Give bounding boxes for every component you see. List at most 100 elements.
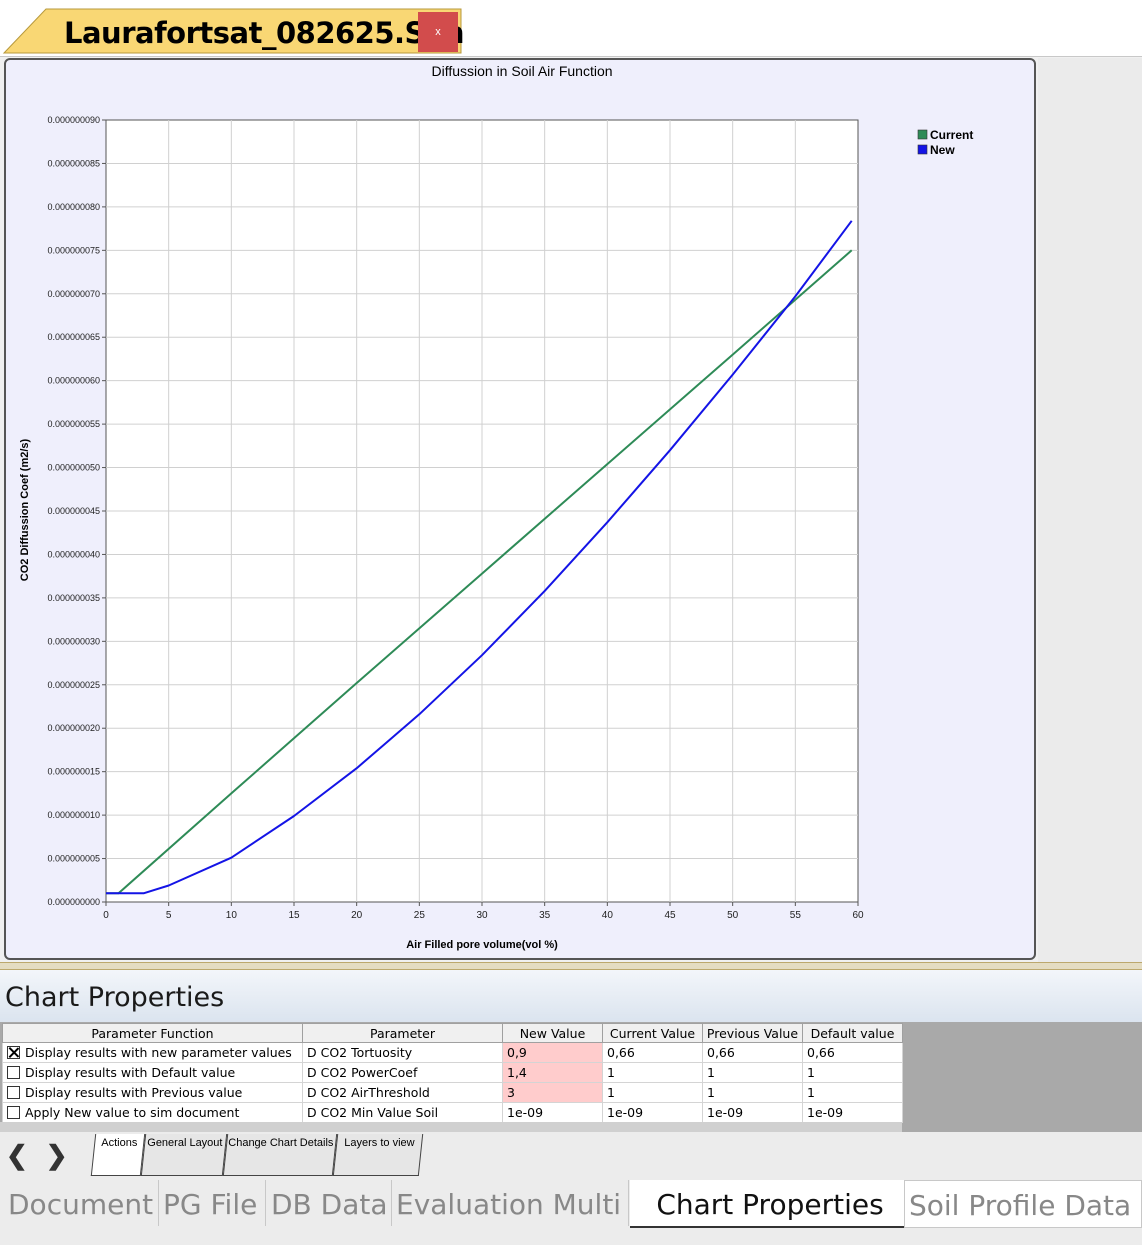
x-tick-label: 40 <box>602 910 614 921</box>
tab-db-data[interactable]: DB Data <box>267 1180 392 1226</box>
default-value-cell[interactable]: 1 <box>802 1082 903 1103</box>
default-value-cell[interactable]: 1e-09 <box>802 1102 903 1123</box>
default-value-cell[interactable]: 0,66 <box>802 1042 903 1063</box>
function-label: Display results with Previous value <box>25 1085 243 1100</box>
function-cell[interactable]: Display results with new parameter value… <box>2 1042 303 1063</box>
y-tick-label: 0.000000090 <box>47 115 100 125</box>
document-tab-title: Laurafortsat_082625.Sim <box>64 16 465 50</box>
parameter-cell[interactable]: D CO2 AirThreshold <box>302 1082 503 1103</box>
tab-document[interactable]: Document <box>4 1180 159 1226</box>
y-tick-label: 0.000000075 <box>47 245 100 255</box>
x-tick-label: 35 <box>539 910 551 921</box>
y-tick-label: 0.000000015 <box>47 767 100 777</box>
column-header[interactable]: New Value <box>502 1023 603 1043</box>
legend-swatch-new <box>917 144 928 155</box>
previous-value-cell[interactable]: 1 <box>702 1062 803 1083</box>
legend-label-current: Current <box>930 128 973 142</box>
current-value-cell[interactable]: 0,66 <box>602 1042 703 1063</box>
default-value-cell[interactable]: 1 <box>802 1062 903 1083</box>
checkbox[interactable] <box>7 1086 20 1099</box>
grid-scroll-strip[interactable] <box>0 1122 902 1132</box>
previous-value-cell[interactable]: 1e-09 <box>702 1102 803 1123</box>
properties-header: Chart Properties <box>0 970 1142 1022</box>
close-icon[interactable]: x <box>418 12 458 52</box>
column-header[interactable]: Parameter <box>302 1023 503 1043</box>
x-tick-label: 45 <box>664 910 676 921</box>
splitter[interactable] <box>0 962 1142 970</box>
sheet-tab-actions[interactable]: Actions <box>90 1134 146 1176</box>
chevron-left-icon[interactable]: ❮ <box>6 1140 28 1170</box>
parameter-cell[interactable]: D CO2 PowerCoef <box>302 1062 503 1083</box>
sheet-tab-change-chart-details[interactable]: Change Chart Details <box>222 1134 338 1176</box>
properties-title: Chart Properties <box>5 982 225 1013</box>
x-tick-label: 60 <box>852 910 864 921</box>
checkbox-checked[interactable] <box>7 1046 20 1059</box>
x-tick-label: 0 <box>103 910 109 921</box>
y-axis-label: CO2 Diffussion Coef (m2/s) <box>19 438 31 581</box>
chart-title: Diffussion in Soil Air Function <box>431 63 612 79</box>
tab-evaluation-multi[interactable]: Evaluation Multi <box>392 1180 629 1226</box>
y-tick-label: 0.000000005 <box>47 854 100 864</box>
sheet-tab-general-layout[interactable]: General Layout <box>140 1134 228 1176</box>
parameter-table: Parameter Function Parameter New Value C… <box>2 1023 903 1123</box>
sheet-nav: ❮ ❯ <box>6 1140 86 1171</box>
document-tab-bar: Laurafortsat_082625.Sim x <box>0 0 1142 57</box>
checkbox[interactable] <box>7 1066 20 1079</box>
previous-value-cell[interactable]: 1 <box>702 1082 803 1103</box>
y-tick-label: 0.000000030 <box>47 636 100 646</box>
y-tick-label: 0.000000020 <box>47 723 100 733</box>
y-tick-label: 0.000000080 <box>47 202 100 212</box>
chart-panel: 0 5 10 15 20 25 30 35 40 45 50 55 60 0.000000000 0.000… <box>4 58 1036 960</box>
x-axis-label: Air Filled pore volume(vol %) <box>406 939 558 951</box>
current-value-cell[interactable]: 1e-09 <box>602 1102 703 1123</box>
column-header[interactable]: Default value <box>802 1023 903 1043</box>
column-header[interactable]: Current Value <box>602 1023 703 1043</box>
parameter-cell[interactable]: D CO2 Tortuosity <box>302 1042 503 1063</box>
function-cell[interactable]: Apply New value to sim document <box>2 1102 303 1123</box>
x-tick-label: 55 <box>790 910 802 921</box>
y-tick-label: 0.000000065 <box>47 332 100 342</box>
table-row: Apply New value to sim document D CO2 Mi… <box>2 1102 903 1123</box>
x-tick-label: 25 <box>414 910 426 921</box>
bottom-tab-bar: Document PG File DB Data Evaluation Mult… <box>0 1180 1142 1245</box>
y-tick-label: 0.000000085 <box>47 158 100 168</box>
y-tick-label: 0.000000070 <box>47 289 100 299</box>
new-value-cell[interactable]: 0,9 <box>502 1042 603 1063</box>
column-header[interactable]: Parameter Function <box>2 1023 303 1043</box>
sheet-tab-label: Change Chart Details <box>228 1137 334 1149</box>
sheet-tab-layers-to-view[interactable]: Layers to view <box>332 1134 424 1176</box>
sheet-tab-label: Layers to view <box>344 1137 415 1149</box>
function-cell[interactable]: Display results with Previous value <box>2 1082 303 1103</box>
previous-value-cell[interactable]: 0,66 <box>702 1042 803 1063</box>
y-tick-label: 0.000000010 <box>47 810 100 820</box>
new-value-cell[interactable]: 1e-09 <box>502 1102 603 1123</box>
tab-soil-profile-data[interactable]: Soil Profile Data <box>904 1180 1142 1228</box>
y-tick-label: 0.000000040 <box>47 549 100 559</box>
x-tick-label: 15 <box>288 910 300 921</box>
new-value-cell[interactable]: 3 <box>502 1082 603 1103</box>
function-label: Apply New value to sim document <box>25 1105 240 1120</box>
checkbox[interactable] <box>7 1106 20 1119</box>
tab-pg-file[interactable]: PG File <box>159 1180 266 1226</box>
sheet-tab-label: General Layout <box>147 1137 223 1149</box>
table-row: Display results with Default value D CO2… <box>2 1062 903 1083</box>
y-tick-label: 0.000000050 <box>47 463 100 473</box>
new-value-cell[interactable]: 1,4 <box>502 1062 603 1083</box>
function-cell[interactable]: Display results with Default value <box>2 1062 303 1083</box>
right-empty-area <box>1038 58 1142 962</box>
current-value-cell[interactable]: 1 <box>602 1062 703 1083</box>
document-tab[interactable]: Laurafortsat_082625.Sim x <box>0 8 465 54</box>
x-tick-label: 50 <box>727 910 739 921</box>
y-tick-label: 0.000000000 <box>47 897 100 907</box>
x-tick-label: 20 <box>351 910 363 921</box>
parameter-cell[interactable]: D CO2 Min Value Soil <box>302 1102 503 1123</box>
x-tick-label: 10 <box>226 910 238 921</box>
chevron-right-icon[interactable]: ❯ <box>46 1140 68 1170</box>
current-value-cell[interactable]: 1 <box>602 1082 703 1103</box>
y-tick-label: 0.000000055 <box>47 419 100 429</box>
y-tick-label: 0.000000060 <box>47 376 100 386</box>
tab-chart-properties[interactable]: Chart Properties <box>630 1180 906 1228</box>
sheet-tab-label: Actions <box>101 1137 138 1149</box>
table-row: Display results with new parameter value… <box>2 1042 903 1063</box>
column-header[interactable]: Previous Value <box>702 1023 803 1043</box>
